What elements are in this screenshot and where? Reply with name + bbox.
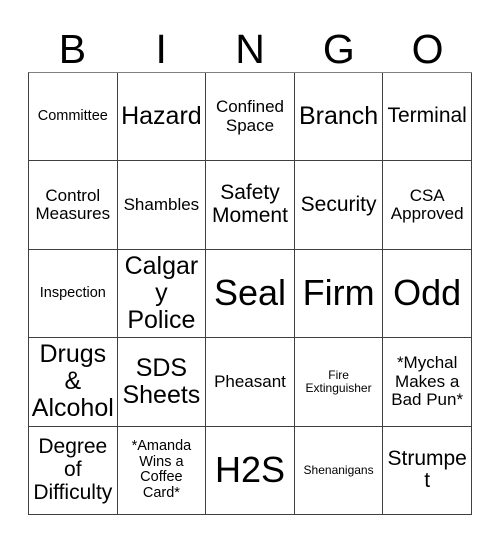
header-letter-i: I (155, 26, 167, 72)
bingo-cell[interactable]: Fire Extinguisher (294, 338, 384, 427)
bingo-cell[interactable]: SDS Sheets (117, 338, 207, 427)
bingo-cell-label: Firm (302, 272, 375, 314)
bingo-cell-label: Committee (37, 107, 108, 124)
header-letter-o: O (411, 26, 444, 72)
bingo-cell[interactable]: Control Measures (29, 161, 118, 250)
bingo-row: Degree of Difficulty *Amanda Wins a Coff… (29, 426, 472, 516)
bingo-cell[interactable]: Security (294, 161, 384, 250)
bingo-cell-label: Branch (298, 102, 379, 131)
bingo-cell[interactable]: Shambles (117, 161, 207, 250)
bingo-cell[interactable]: Firm (294, 249, 384, 339)
bingo-cell[interactable]: Degree of Difficulty (29, 426, 118, 516)
bingo-cell-label: Seal (213, 272, 287, 314)
bingo-cell[interactable]: CSA Approved (383, 161, 472, 250)
bingo-cell[interactable]: Branch (294, 73, 384, 162)
bingo-cell[interactable]: Shenanigans (294, 426, 384, 516)
bingo-cell-label: SDS Sheets (122, 353, 201, 409)
bingo-cell[interactable]: Safety Moment (206, 161, 295, 250)
bingo-row: Control Measures Shambles Safety Moment … (29, 161, 472, 250)
bingo-cell[interactable]: Terminal (383, 73, 472, 162)
bingo-cell-label: Degree of Difficulty (33, 435, 113, 504)
bingo-cell[interactable]: Committee (29, 73, 118, 162)
bingo-cell-label: Fire Extinguisher (305, 367, 372, 395)
bingo-row: Drugs & Alcohol SDS Sheets Pheasant Fire… (29, 338, 472, 427)
bingo-cell[interactable]: Pheasant (206, 338, 295, 427)
bingo-cell-label: Shenanigans (303, 462, 374, 477)
bingo-cell-label: H2S (214, 448, 285, 490)
bingo-cell-label: Control Measures (35, 185, 111, 224)
bingo-cell[interactable]: H2S (206, 426, 295, 516)
bingo-cell[interactable]: Hazard (117, 73, 207, 162)
bingo-grid: Committee Hazard Confined Space Branch T… (28, 72, 472, 516)
bingo-cell-label: Inspection (39, 284, 106, 301)
bingo-cell[interactable]: Inspection (29, 249, 118, 339)
bingo-cell[interactable]: Drugs & Alcohol (29, 338, 118, 427)
header-letter-g: G (322, 26, 355, 72)
bingo-cell-label: Strumpet (387, 446, 467, 493)
bingo-cell[interactable]: Calgary Police (117, 249, 207, 339)
header-letter-n: N (235, 26, 265, 72)
bingo-cell[interactable]: Odd (383, 249, 472, 339)
bingo-cell-label: Odd (393, 272, 462, 314)
bingo-card: B I N G O Committee Hazard Confined Spac… (0, 0, 500, 544)
bingo-cell-label: Hazard (121, 102, 202, 131)
bingo-cell-label: Calgary Police (124, 252, 199, 335)
bingo-cell-label: CSA Approved (390, 185, 464, 224)
bingo-cell[interactable]: Confined Space (206, 73, 295, 162)
bingo-row: Committee Hazard Confined Space Branch T… (29, 73, 472, 162)
bingo-header-row: B I N G O (28, 16, 472, 72)
header-letter-b: B (58, 26, 87, 72)
bingo-cell-label: Security (300, 192, 377, 216)
bingo-cell[interactable]: Seal (206, 249, 295, 339)
bingo-cell-label: Drugs & Alcohol (31, 340, 114, 423)
bingo-cell[interactable]: Strumpet (383, 426, 472, 516)
bingo-cell-label: Terminal (387, 104, 467, 128)
bingo-cell-label: Pheasant (214, 371, 286, 391)
bingo-cell-label: *Amanda Wins a Coffee Card* (131, 438, 192, 501)
bingo-row: Inspection Calgary Police Seal Firm Odd (29, 249, 472, 339)
bingo-cell-label: Shambles (123, 194, 200, 214)
bingo-cell-label: Safety Moment (212, 181, 288, 228)
bingo-cell[interactable]: *Amanda Wins a Coffee Card* (117, 426, 207, 516)
bingo-cell-label: *Mychal Makes a Bad Pun* (391, 353, 464, 410)
bingo-cell-label: Confined Space (215, 97, 285, 135)
bingo-cell[interactable]: *Mychal Makes a Bad Pun* (383, 338, 472, 427)
